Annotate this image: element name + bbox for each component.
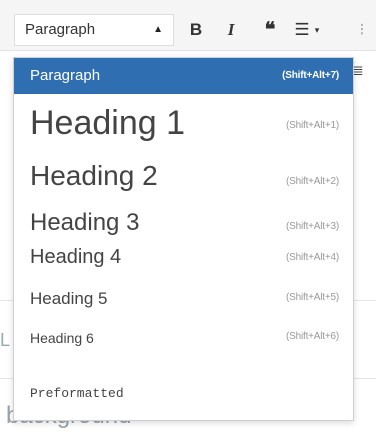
format-option-label: Heading 1: [30, 104, 186, 142]
list-options-button[interactable]: ▾: [311, 18, 323, 42]
format-option-shortcut: (Shift+Alt+4): [286, 252, 339, 263]
format-option-shortcut: (Shift+Alt+5): [286, 292, 339, 303]
format-option-label: Heading 2: [30, 160, 158, 191]
format-dropdown: Paragraph (Shift+Alt+7) Heading 1 (Shift…: [13, 57, 354, 421]
bold-button[interactable]: B: [184, 18, 208, 42]
chevron-down-icon: ▾: [314, 25, 320, 35]
list-icon: ☰: [294, 20, 310, 39]
format-option-heading-1[interactable]: Heading 1 (Shift+Alt+1): [14, 94, 353, 150]
format-option-shortcut: (Shift+Alt+3): [286, 221, 339, 232]
format-option-label: Heading 5: [30, 289, 108, 308]
background-text-fragment: L: [0, 330, 11, 350]
blockquote-button[interactable]: ❝: [258, 18, 282, 42]
italic-button[interactable]: I: [219, 18, 243, 42]
chevron-up-icon: ▲: [153, 24, 163, 35]
format-option-shortcut: (Shift+Alt+7): [282, 70, 339, 81]
format-option-paragraph[interactable]: Paragraph (Shift+Alt+7): [14, 58, 353, 94]
format-option-heading-2[interactable]: Heading 2 (Shift+Alt+2): [14, 150, 353, 194]
format-option-heading-6[interactable]: Heading 6 (Shift+Alt+6): [14, 314, 353, 354]
quote-icon: ❝: [264, 19, 276, 41]
format-option-label: Heading 3: [30, 209, 140, 236]
format-option-heading-5[interactable]: Heading 5 (Shift+Alt+5): [14, 274, 353, 314]
format-option-shortcut: (Shift+Alt+1): [286, 120, 339, 131]
editor-toolbar: Paragraph ▲ B I ❝ ☰ ▾ ⁝: [0, 0, 376, 51]
format-option-label: Heading 6: [30, 330, 94, 346]
format-select[interactable]: Paragraph ▲: [14, 14, 174, 46]
format-option-shortcut: (Shift+Alt+2): [286, 176, 339, 187]
format-option-label: Preformatted: [30, 386, 124, 401]
format-option-label: Heading 4: [30, 246, 122, 268]
format-option-label: Paragraph: [30, 67, 101, 84]
format-option-heading-3[interactable]: Heading 3 (Shift+Alt+3): [14, 194, 353, 236]
more-button[interactable]: ⁝: [350, 18, 374, 42]
more-icon: ⁝: [359, 20, 365, 39]
format-option-preformatted[interactable]: Preformatted: [14, 354, 353, 420]
format-option-shortcut: (Shift+Alt+6): [286, 331, 339, 342]
format-select-value: Paragraph: [25, 21, 96, 38]
format-option-heading-4[interactable]: Heading 4 (Shift+Alt+4): [14, 234, 353, 274]
